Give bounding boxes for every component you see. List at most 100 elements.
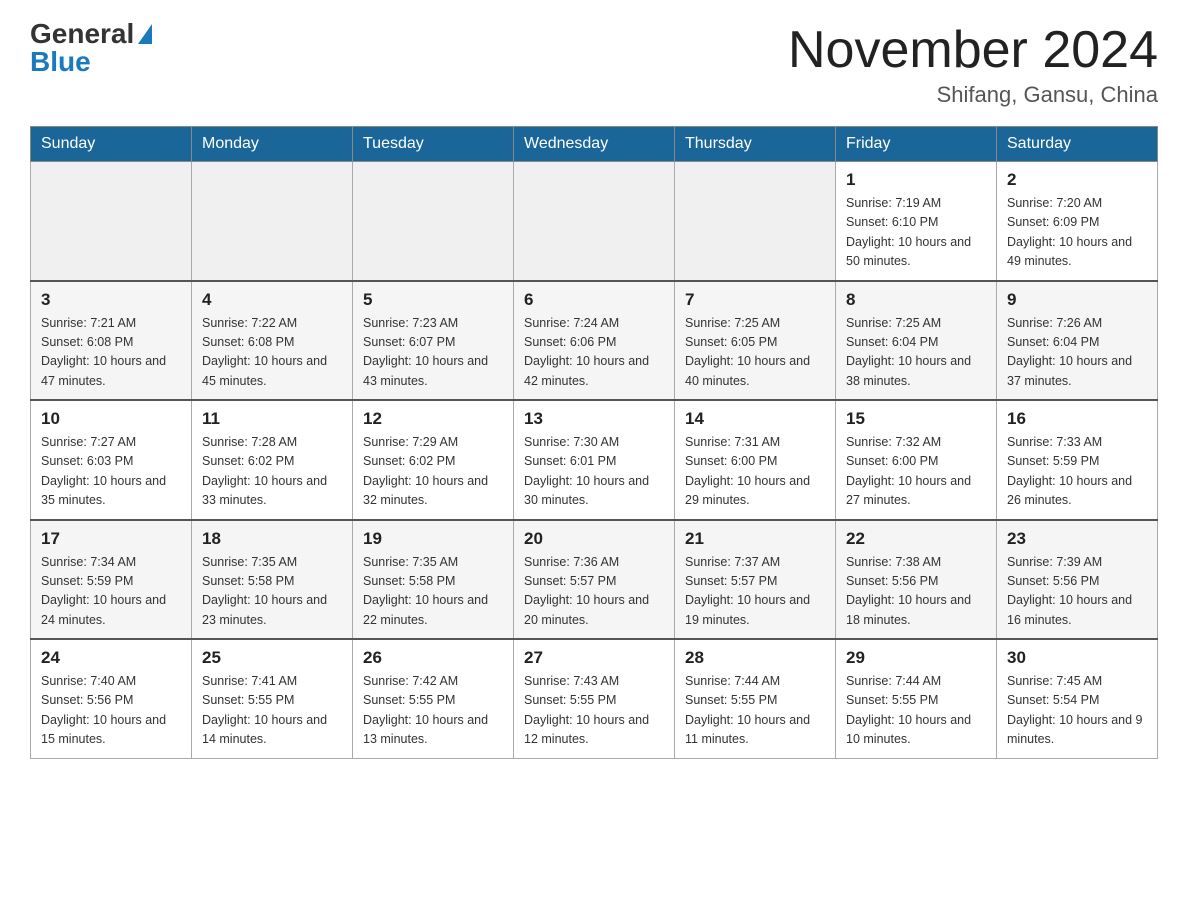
day-info: Sunrise: 7:24 AM Sunset: 6:06 PM Dayligh… [524,314,664,392]
calendar-day-cell: 12 Sunrise: 7:29 AM Sunset: 6:02 PM Dayli… [353,400,514,520]
day-info: Sunrise: 7:40 AM Sunset: 5:56 PM Dayligh… [41,672,181,750]
calendar-day-cell: 27 Sunrise: 7:43 AM Sunset: 5:55 PM Dayli… [514,639,675,758]
day-info: Sunrise: 7:25 AM Sunset: 6:05 PM Dayligh… [685,314,825,392]
title-area: November 2024 Shifang, Gansu, China [788,20,1158,108]
calendar-day-cell: 30 Sunrise: 7:45 AM Sunset: 5:54 PM Dayli… [997,639,1158,758]
weekday-header-thursday: Thursday [675,127,836,162]
day-number: 20 [524,529,664,549]
calendar-day-cell: 2Sunrise: 7:20 AM Sunset: 6:09 PM Daylig… [997,162,1158,281]
calendar-day-cell: 14 Sunrise: 7:31 AM Sunset: 6:00 PM Dayli… [675,400,836,520]
logo-triangle-icon [138,24,152,44]
weekday-header-monday: Monday [192,127,353,162]
day-number: 8 [846,290,986,310]
weekday-header-sunday: Sunday [31,127,192,162]
day-number: 21 [685,529,825,549]
day-number: 14 [685,409,825,429]
day-info: Sunrise: 7:30 AM Sunset: 6:01 PM Dayligh… [524,433,664,511]
calendar-day-cell: 5Sunrise: 7:23 AM Sunset: 6:07 PM Daylig… [353,281,514,401]
calendar-day-cell: 21 Sunrise: 7:37 AM Sunset: 5:57 PM Dayli… [675,520,836,640]
day-info: Sunrise: 7:44 AM Sunset: 5:55 PM Dayligh… [846,672,986,750]
day-number: 16 [1007,409,1147,429]
calendar-day-cell: 13 Sunrise: 7:30 AM Sunset: 6:01 PM Dayli… [514,400,675,520]
calendar-day-cell [192,162,353,281]
day-info: Sunrise: 7:44 AM Sunset: 5:55 PM Dayligh… [685,672,825,750]
weekday-header-friday: Friday [836,127,997,162]
calendar-day-cell: 29Sunrise: 7:44 AM Sunset: 5:55 PM Dayli… [836,639,997,758]
day-info: Sunrise: 7:27 AM Sunset: 6:03 PM Dayligh… [41,433,181,511]
day-number: 27 [524,648,664,668]
calendar-week-row: 3 Sunrise: 7:21 AM Sunset: 6:08 PM Daylig… [31,281,1158,401]
day-info: Sunrise: 7:43 AM Sunset: 5:55 PM Dayligh… [524,672,664,750]
calendar-week-row: 10 Sunrise: 7:27 AM Sunset: 6:03 PM Dayli… [31,400,1158,520]
day-info: Sunrise: 7:37 AM Sunset: 5:57 PM Dayligh… [685,553,825,631]
calendar-day-cell: 22 Sunrise: 7:38 AM Sunset: 5:56 PM Dayli… [836,520,997,640]
header: General Blue November 2024 Shifang, Gans… [30,20,1158,108]
calendar-day-cell: 24 Sunrise: 7:40 AM Sunset: 5:56 PM Dayli… [31,639,192,758]
calendar-day-cell: 28 Sunrise: 7:44 AM Sunset: 5:55 PM Dayli… [675,639,836,758]
calendar-day-cell: 11 Sunrise: 7:28 AM Sunset: 6:02 PM Dayli… [192,400,353,520]
day-info: Sunrise: 7:42 AM Sunset: 5:55 PM Dayligh… [363,672,503,750]
calendar-day-cell: 1Sunrise: 7:19 AM Sunset: 6:10 PM Daylig… [836,162,997,281]
day-number: 5 [363,290,503,310]
day-number: 24 [41,648,181,668]
calendar-week-row: 24 Sunrise: 7:40 AM Sunset: 5:56 PM Dayli… [31,639,1158,758]
day-number: 12 [363,409,503,429]
calendar-day-cell: 19 Sunrise: 7:35 AM Sunset: 5:58 PM Dayli… [353,520,514,640]
day-info: Sunrise: 7:25 AM Sunset: 6:04 PM Dayligh… [846,314,986,392]
calendar-day-cell: 4 Sunrise: 7:22 AM Sunset: 6:08 PM Daylig… [192,281,353,401]
day-info: Sunrise: 7:26 AM Sunset: 6:04 PM Dayligh… [1007,314,1147,392]
day-number: 25 [202,648,342,668]
day-info: Sunrise: 7:22 AM Sunset: 6:08 PM Dayligh… [202,314,342,392]
weekday-header-row: SundayMondayTuesdayWednesdayThursdayFrid… [31,127,1158,162]
day-info: Sunrise: 7:29 AM Sunset: 6:02 PM Dayligh… [363,433,503,511]
day-number: 13 [524,409,664,429]
day-number: 7 [685,290,825,310]
weekday-header-tuesday: Tuesday [353,127,514,162]
day-info: Sunrise: 7:21 AM Sunset: 6:08 PM Dayligh… [41,314,181,392]
calendar-day-cell: 16Sunrise: 7:33 AM Sunset: 5:59 PM Dayli… [997,400,1158,520]
calendar-day-cell: 26 Sunrise: 7:42 AM Sunset: 5:55 PM Dayli… [353,639,514,758]
logo-general-text: General [30,20,134,48]
day-info: Sunrise: 7:45 AM Sunset: 5:54 PM Dayligh… [1007,672,1147,750]
logo-blue-text: Blue [30,48,91,76]
day-info: Sunrise: 7:32 AM Sunset: 6:00 PM Dayligh… [846,433,986,511]
day-info: Sunrise: 7:20 AM Sunset: 6:09 PM Dayligh… [1007,194,1147,272]
day-number: 9 [1007,290,1147,310]
day-info: Sunrise: 7:34 AM Sunset: 5:59 PM Dayligh… [41,553,181,631]
day-number: 1 [846,170,986,190]
weekday-header-saturday: Saturday [997,127,1158,162]
calendar-day-cell: 10 Sunrise: 7:27 AM Sunset: 6:03 PM Dayli… [31,400,192,520]
day-info: Sunrise: 7:41 AM Sunset: 5:55 PM Dayligh… [202,672,342,750]
calendar-day-cell [31,162,192,281]
day-number: 4 [202,290,342,310]
location-text: Shifang, Gansu, China [788,82,1158,108]
day-info: Sunrise: 7:38 AM Sunset: 5:56 PM Dayligh… [846,553,986,631]
day-info: Sunrise: 7:31 AM Sunset: 6:00 PM Dayligh… [685,433,825,511]
calendar-day-cell: 9 Sunrise: 7:26 AM Sunset: 6:04 PM Daylig… [997,281,1158,401]
calendar-day-cell: 20Sunrise: 7:36 AM Sunset: 5:57 PM Dayli… [514,520,675,640]
month-title: November 2024 [788,20,1158,80]
day-info: Sunrise: 7:35 AM Sunset: 5:58 PM Dayligh… [363,553,503,631]
calendar-day-cell: 6Sunrise: 7:24 AM Sunset: 6:06 PM Daylig… [514,281,675,401]
calendar-day-cell [675,162,836,281]
calendar-week-row: 1Sunrise: 7:19 AM Sunset: 6:10 PM Daylig… [31,162,1158,281]
calendar-day-cell: 3 Sunrise: 7:21 AM Sunset: 6:08 PM Daylig… [31,281,192,401]
calendar-week-row: 17Sunrise: 7:34 AM Sunset: 5:59 PM Dayli… [31,520,1158,640]
day-info: Sunrise: 7:28 AM Sunset: 6:02 PM Dayligh… [202,433,342,511]
day-number: 30 [1007,648,1147,668]
calendar-day-cell [353,162,514,281]
day-number: 22 [846,529,986,549]
calendar-table: SundayMondayTuesdayWednesdayThursdayFrid… [30,126,1158,759]
day-number: 3 [41,290,181,310]
calendar-day-cell: 17Sunrise: 7:34 AM Sunset: 5:59 PM Dayli… [31,520,192,640]
day-number: 18 [202,529,342,549]
day-number: 19 [363,529,503,549]
day-number: 10 [41,409,181,429]
calendar-day-cell: 8 Sunrise: 7:25 AM Sunset: 6:04 PM Daylig… [836,281,997,401]
calendar-day-cell: 7 Sunrise: 7:25 AM Sunset: 6:05 PM Daylig… [675,281,836,401]
day-number: 28 [685,648,825,668]
calendar-day-cell: 18Sunrise: 7:35 AM Sunset: 5:58 PM Dayli… [192,520,353,640]
day-number: 11 [202,409,342,429]
day-number: 26 [363,648,503,668]
day-number: 23 [1007,529,1147,549]
